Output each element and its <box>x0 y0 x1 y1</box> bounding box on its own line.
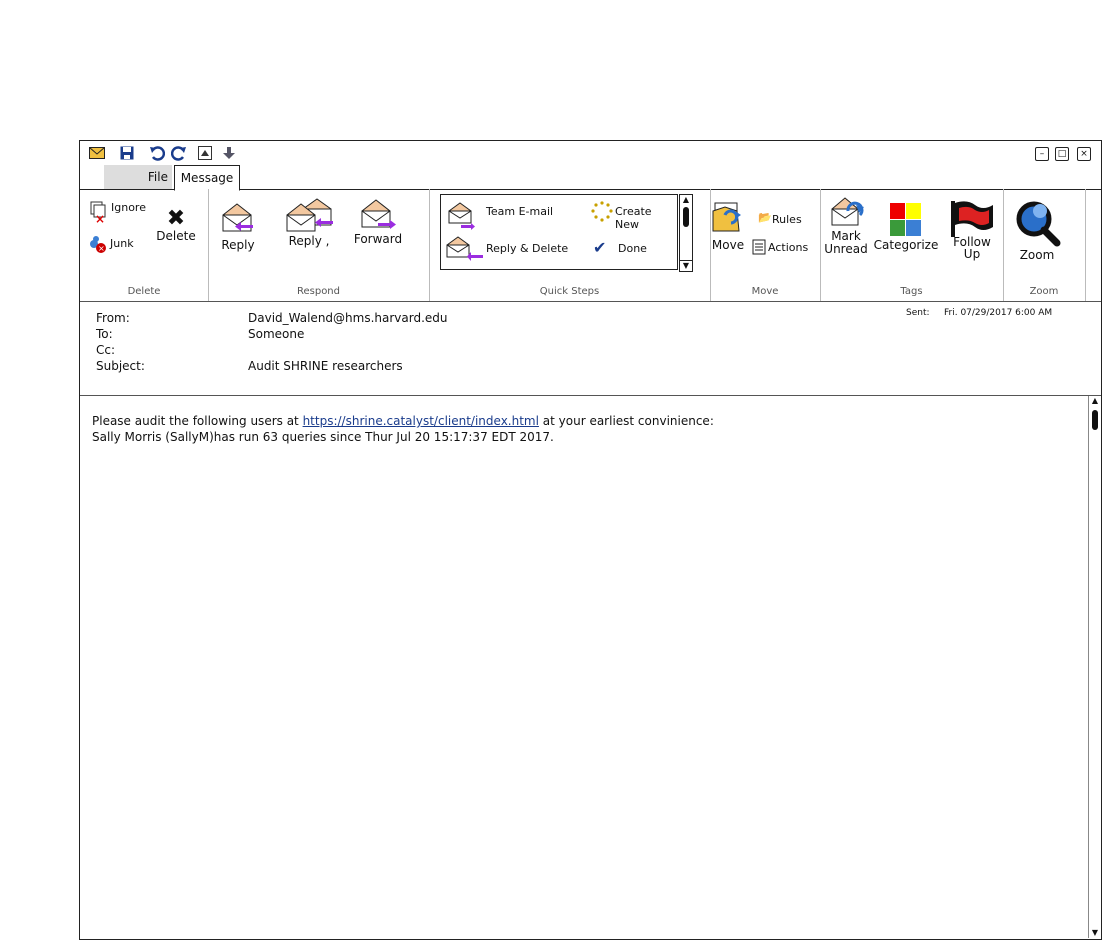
forward-button[interactable]: Forward <box>352 197 404 246</box>
ignore-icon: × <box>90 201 106 223</box>
minimize-button[interactable]: – <box>1035 147 1049 161</box>
actions-icon <box>752 239 766 255</box>
group-zoom: Zoom Zoom <box>1003 189 1086 301</box>
group-respond: Reply Reply , Forward Respond <box>208 189 430 301</box>
ribbon-tabs: File Message <box>80 165 1101 191</box>
down-icon[interactable] <box>220 144 238 162</box>
from-value: David_Walend@hms.harvard.edu <box>248 311 448 325</box>
flag-icon <box>951 201 993 237</box>
group-label: Tags <box>900 286 923 297</box>
redo-icon[interactable] <box>170 144 188 162</box>
ribbon: × Ignore × Junk ✖ Delete Delete Reply Re… <box>80 189 1101 302</box>
categorize-button[interactable]: Categorize <box>872 203 940 252</box>
scroll-up-icon[interactable]: ▲ <box>1089 396 1101 406</box>
delete-button[interactable]: ✖ Delete <box>152 206 200 244</box>
to-value: Someone <box>248 327 305 341</box>
sent-label: Sent: <box>906 308 930 318</box>
close-button[interactable]: × <box>1077 147 1091 161</box>
reply-button[interactable]: Reply <box>218 201 258 252</box>
reply-delete-icon <box>446 236 483 261</box>
scroll-up-icon[interactable]: ▲ <box>680 195 692 205</box>
subject-label: Subject: <box>96 359 145 373</box>
reply-all-button[interactable]: Reply , <box>278 197 340 248</box>
move-button[interactable]: Move <box>710 201 746 252</box>
sent-value: Fri. 07/29/2017 6:00 AM <box>944 308 1053 318</box>
group-quick-steps: Team E-mail Create New Reply & Delete ✔ … <box>429 189 711 301</box>
tab-message[interactable]: Message <box>174 165 240 191</box>
to-label: To: <box>96 327 113 341</box>
group-label: Move <box>751 286 779 297</box>
rules-icon: 📂 <box>758 211 772 224</box>
group-label: Delete <box>127 286 161 297</box>
quick-steps-scrollbar[interactable]: ▲ ▼ <box>679 194 693 272</box>
reply-icon <box>222 203 253 232</box>
scroll-down-icon[interactable]: ▼ <box>1089 928 1101 938</box>
up-icon[interactable] <box>196 144 214 162</box>
from-label: From: <box>96 311 130 325</box>
follow-up-button[interactable]: Follow Up <box>944 199 1000 260</box>
body-line-1: Please audit the following users at http… <box>92 414 714 428</box>
zoom-button[interactable]: Zoom <box>1011 199 1063 262</box>
mark-unread-button[interactable]: Mark Unread <box>822 195 870 256</box>
mail-icon[interactable] <box>88 144 106 162</box>
cc-label: Cc: <box>96 343 116 357</box>
body-link[interactable]: https://shrine.catalyst/client/index.htm… <box>303 414 539 428</box>
team-email-icon <box>448 202 475 230</box>
group-label: Zoom <box>1029 286 1059 297</box>
group-label: Respond <box>296 286 340 297</box>
restore-button[interactable]: □ <box>1055 147 1069 161</box>
group-tags: Mark Unread Categorize Follow Up Tags <box>820 189 1004 301</box>
quick-access-toolbar: – □ × <box>80 141 1101 165</box>
message-window: – □ × File Message × Ignore × Junk ✖ Del… <box>79 140 1102 940</box>
mark-unread-icon <box>831 197 864 226</box>
quick-steps-gallery: Team E-mail Create New Reply & Delete ✔ … <box>440 194 678 270</box>
categorize-icon <box>890 203 921 236</box>
check-icon: ✔ <box>593 238 607 257</box>
group-delete: × Ignore × Junk ✖ Delete Delete <box>80 189 209 301</box>
svg-text:×: × <box>95 212 105 223</box>
zoom-icon <box>1016 201 1061 247</box>
subject-value: Audit SHRINE researchers <box>248 359 403 373</box>
body-line-2: Sally Morris (SallyM)has run 63 queries … <box>92 430 554 444</box>
message-header: From: David_Walend@hms.harvard.edu To: S… <box>80 302 1101 396</box>
group-move: Move 📂 Rules Actions Move <box>710 189 821 301</box>
scroll-thumb[interactable] <box>683 207 689 227</box>
scroll-down-icon[interactable]: ▼ <box>680 260 692 271</box>
scroll-thumb[interactable] <box>1092 410 1098 430</box>
move-icon <box>712 202 741 232</box>
junk-icon: × <box>90 236 106 253</box>
body-scrollbar[interactable]: ▲ ▼ <box>1088 396 1101 938</box>
tab-file[interactable]: File <box>104 165 172 189</box>
undo-icon[interactable] <box>148 144 166 162</box>
forward-icon <box>361 199 396 229</box>
create-new-icon <box>591 201 613 222</box>
delete-icon: ✖ <box>166 206 186 231</box>
save-icon[interactable] <box>118 144 136 162</box>
message-body: Please audit the following users at http… <box>80 396 1088 938</box>
svg-text:×: × <box>98 244 105 253</box>
group-label: Quick Steps <box>539 286 600 297</box>
reply-all-icon <box>286 198 333 232</box>
